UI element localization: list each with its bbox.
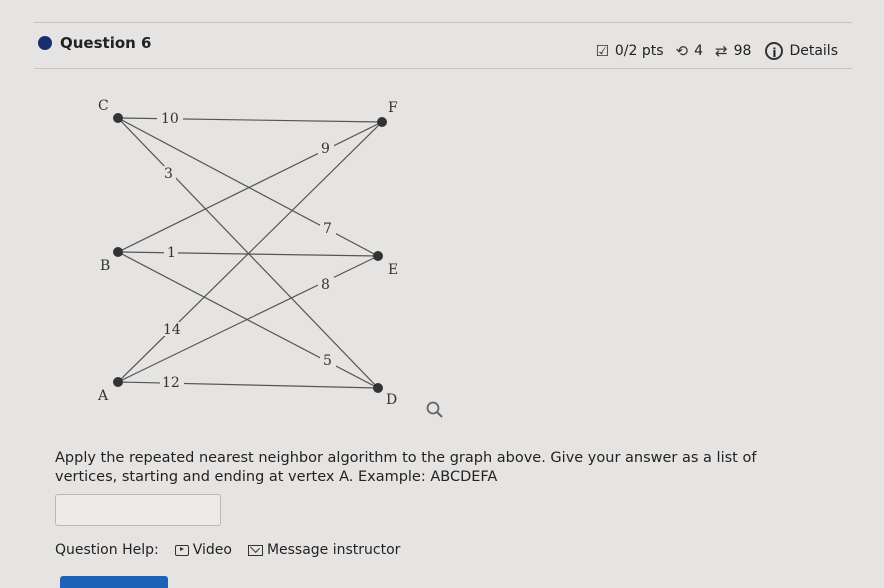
weight-label-b-f: 9 [321,141,330,157]
video-icon [174,544,189,556]
checkbox-icon: ☑ [595,42,609,60]
vertex-f [377,117,387,127]
weight-label-a-d: 12 [162,375,180,391]
submit-button[interactable] [60,576,168,588]
submissions-icon: ⇄ [715,42,728,60]
video-link[interactable]: Video [174,542,232,558]
weight-label-a-f: 14 [163,322,181,338]
submissions-count: 98 [733,43,752,59]
vertex-label-a: A [97,388,109,404]
message-instructor-label: Message instructor [266,542,401,558]
edge-b-f [117,121,383,253]
vertex-label-c: C [98,98,109,114]
weight-label-a-e: 8 [321,277,330,293]
magnifier-icon[interactable] [425,400,445,420]
question-meta: ☑ 0/2 pts ⟲ 4 ⇄ 98 i Details [595,42,838,60]
question-prompt: Apply the repeated nearest neighbor algo… [55,450,757,485]
question-help: Question Help: Video Message instructor [55,542,400,558]
header-divider [34,68,852,69]
vertex-b [113,247,123,257]
vertex-e [373,251,383,261]
graph-edges [117,117,383,389]
question-status-dot [38,36,52,50]
answer-input[interactable] [55,494,221,526]
question-help-label: Question Help: [55,542,159,558]
video-link-label: Video [192,542,232,558]
weight-label-b-e: 1 [167,245,176,261]
info-icon[interactable]: i [765,42,784,60]
retry-icon: ⟲ [675,42,689,60]
vertex-d [373,383,383,393]
mail-icon [247,544,263,556]
vertex-label-f: F [388,100,398,116]
details-link[interactable]: Details [789,43,838,59]
top-divider [34,22,852,23]
graph-figure: 10 9 3 7 1 8 14 5 12 C F B E A D [97,98,398,408]
vertex-label-e: E [388,262,398,278]
vertex-a [113,377,123,387]
edge-a-e [117,255,379,383]
weight-label-b-d: 5 [323,353,332,369]
points-text: 0/2 pts [614,43,664,59]
vertex-label-d: D [386,392,397,408]
question-title: Question 6 [60,34,152,52]
edge-c-e [117,117,379,257]
weight-label-c-e: 7 [323,221,332,237]
edge-a-d [117,381,379,389]
message-instructor-link[interactable]: Message instructor [247,542,401,558]
attempts-count: 4 [694,43,704,59]
vertex-label-b: B [100,258,110,274]
vertex-c [113,113,123,123]
edge-a-f [117,121,383,383]
weight-label-c-f: 10 [161,111,179,127]
edge-b-d [117,251,379,389]
question-header: Question 6 ☑ 0/2 pts ⟲ 4 ⇄ 98 i Details [34,32,852,68]
weight-label-c-d: 3 [164,166,173,182]
